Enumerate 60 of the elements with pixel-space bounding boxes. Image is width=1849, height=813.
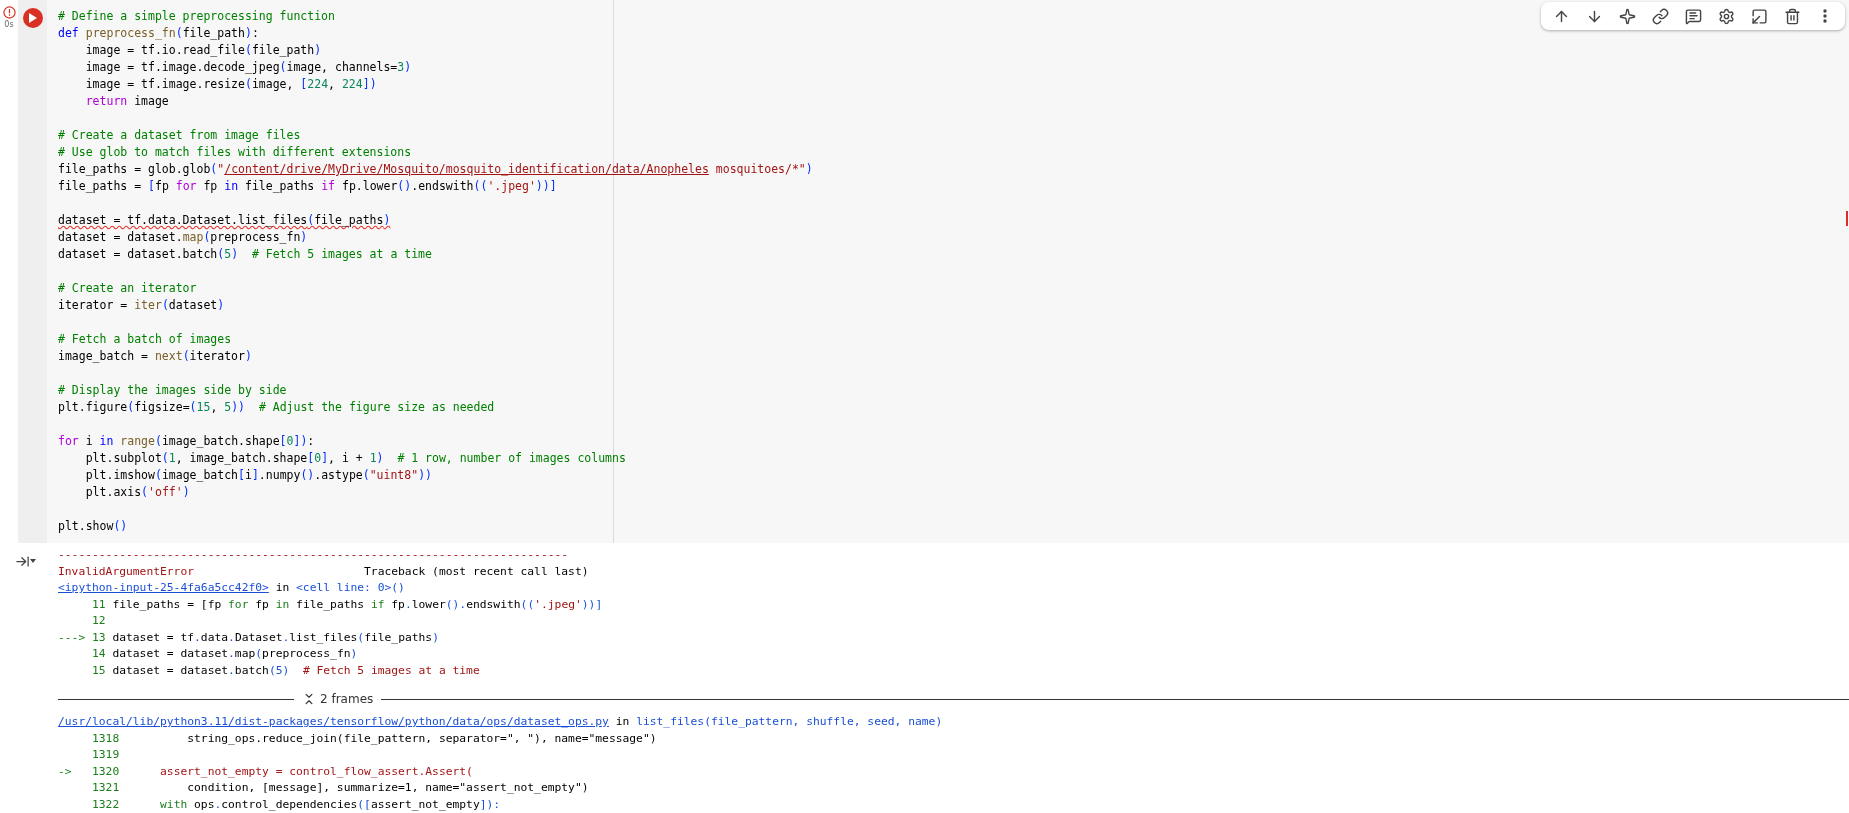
link-button[interactable] <box>1650 6 1670 26</box>
traceback-line: --------------------------------------------------------------------------- <box>58 547 569 563</box>
traceback-line: 1322 with ops.control_dependencies([assert_not_empty]): <box>91 796 501 813</box>
comment-icon <box>1684 7 1702 25</box>
run-button[interactable] <box>22 8 43 28</box>
square-arrow-icon <box>1750 7 1768 25</box>
traceback-line: /usr/local/lib/python3.11/dist-packages/tensorflow/python/data/ops/dataset_ops.py in list_files(file_pattern, shuffle, seed, name) <box>58 714 943 730</box>
traceback-line: <ipython-input-25-4fa6a5cc42f0> in <cell line: 0>() <box>58 580 405 596</box>
more-icon <box>1823 9 1827 23</box>
code-line: plt.figure(figsize=(15, 5)) # Adjust the figure size as needed <box>58 399 495 416</box>
traceback-line: 1318 string_ops.reduce_join(file_pattern, separator=", "), name="message") <box>91 730 657 747</box>
trash-icon <box>1783 7 1801 25</box>
sparkle-button[interactable] <box>1617 6 1637 26</box>
settings-button[interactable] <box>1716 6 1736 26</box>
code-line: image = tf.image.resize(image, [224, 224]) <box>84 76 377 93</box>
execution-time: 0s <box>4 20 14 29</box>
code-line: dataset = tf.data.Dataset.list_files(file_paths) <box>58 212 391 229</box>
code-line: plt.axis('off') <box>84 484 190 501</box>
traceback-link[interactable]: /usr/local/lib/python3.11/dist-packages/tensorflow/python/data/ops/dataset_ops.py <box>58 715 609 728</box>
code-line: image_batch = next(iterator) <box>58 348 252 365</box>
code-line: # Define a simple preprocessing function <box>58 8 335 25</box>
traceback-line: 1321 condition, [message], summarize=1, name="assert_not_empty") <box>91 780 589 796</box>
link-icon <box>1651 7 1669 25</box>
sparkle-icon <box>1618 7 1636 25</box>
square-arrow-button[interactable] <box>1749 6 1769 26</box>
code-line: file_paths = glob.glob("/content/drive/MyDrive/Mosquito/mosquito_identification/data/Anopheles mosquitoes/*") <box>58 161 813 178</box>
caret-icon <box>29 559 36 563</box>
code-line: # Create an iterator <box>58 280 197 297</box>
settings-icon <box>1717 7 1735 25</box>
traceback-line: 14 dataset = dataset.map(preprocess_fn) <box>91 646 358 662</box>
code-line: file_paths = [fp for fp in file_paths if fp.lower().endswith(('.jpeg'))] <box>58 178 557 195</box>
collapse-chevrons-icon <box>302 692 316 706</box>
comment-button[interactable] <box>1683 6 1703 26</box>
traceback-line: 1319 <box>91 747 120 763</box>
code-line: dataset = dataset.batch(5) # Fetch 5 images at a time <box>58 246 432 263</box>
traceback-link[interactable]: <ipython-input-25-4fa6a5cc42f0> <box>58 581 269 594</box>
traceback-line: InvalidArgumentError Traceback (most recent call last) <box>58 563 589 580</box>
code-line: # Display the images side by side <box>58 382 287 399</box>
code-line: # Create a dataset from image files <box>58 127 301 144</box>
traceback-line: 11 file_paths = [fp for fp in file_paths if fp.lower().endswith(('.jpeg'))] <box>91 596 603 613</box>
code-line: plt.subplot(1, image_batch.shape[0], i + 1) # 1 row, number of images columns <box>84 450 626 467</box>
code-line: image = tf.io.read_file(file_path) <box>84 42 322 59</box>
code-line: return image <box>84 93 169 110</box>
code-line: plt.imshow(image_batch[i].numpy().astype("uint8")) <box>84 467 432 484</box>
play-icon <box>28 13 37 23</box>
traceback-line: ---> 13 dataset = tf.data.Dataset.list_files(file_paths) <box>58 629 439 646</box>
frames-toggle[interactable]: 2 frames <box>294 692 382 706</box>
trash-button[interactable] <box>1782 6 1802 26</box>
cursor-mark <box>1846 211 1848 226</box>
traceback-line: 15 dataset = dataset.batch(5) # Fetch 5 images at a time <box>91 662 480 679</box>
code-line: for i in range(image_batch.shape[0]): <box>58 433 315 450</box>
code-line: def preprocess_fn(file_path): <box>58 25 259 42</box>
traceback-line: 12 <box>91 613 106 629</box>
code-line: # Fetch a batch of images <box>58 331 232 348</box>
code-line: plt.show() <box>58 518 128 535</box>
code-line: dataset = dataset.map(preprocess_fn) <box>58 229 308 246</box>
code-line: iterator = iter(dataset) <box>58 297 225 314</box>
code-line: # Use glob to match files with different extensions <box>58 144 412 161</box>
traceback-line: -> 1320 assert_not_empty = control_flow_assert.Assert( <box>58 763 473 780</box>
code-line: image = tf.image.decode_jpeg(image, channels=3) <box>84 59 412 76</box>
